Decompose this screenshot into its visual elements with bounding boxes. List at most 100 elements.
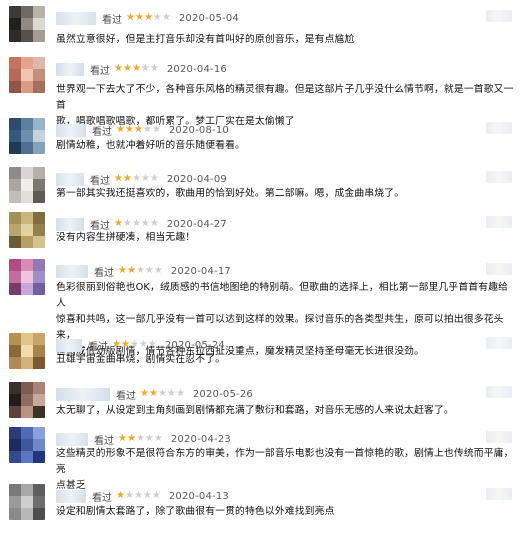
star-icon: ★ — [114, 63, 123, 74]
avatar[interactable] — [9, 6, 45, 42]
comment-date: 2020-04-27 — [166, 218, 227, 230]
vote-button[interactable] — [486, 431, 512, 443]
star-icon: ★ — [114, 173, 123, 184]
watched-label: 看过 — [94, 267, 114, 279]
avatar[interactable] — [9, 333, 45, 369]
comment-text: 这些精灵的形象不是很符合东方的审美，作为一部音乐电影也没有一首惊艳的歌，剧情上也… — [56, 448, 514, 491]
comment-date: 2020-04-13 — [168, 490, 229, 502]
comment-meta: 看过 ★ ★ ★ ★ ★ 2020-04-16 — [56, 61, 227, 77]
star-icon: ★ — [135, 265, 145, 276]
star-icon: ★ — [142, 490, 152, 501]
star-icon: ★ — [140, 388, 149, 399]
comment-meta: 看过 ★ ★ ★ ★ ★ 2020-04-23 — [56, 431, 231, 447]
comment-text: 设定和剧情太套路了，除了歌曲很有一贯的特色以外难找到亮点 — [56, 506, 335, 517]
comment-list: 看过 ★ ★ ★ ★ ★ 2020-05-04 虽然立意很好，但是主打音乐却没有首叫好的原创音… — [0, 0, 521, 535]
star-icon: ★ — [144, 265, 154, 276]
star-icon: ★ — [148, 388, 158, 399]
watched-label: 看过 — [92, 126, 112, 138]
star-icon: ★ — [140, 63, 150, 74]
star-icon: ★ — [122, 218, 132, 229]
avatar[interactable] — [9, 118, 45, 154]
comment-meta: 看过 ★ ★ ★ ★ ★ 2020-04-17 — [56, 263, 231, 279]
star-icon: ★ — [124, 124, 134, 135]
username-link[interactable] — [56, 123, 86, 137]
vote-button[interactable] — [486, 263, 512, 275]
username-link[interactable] — [56, 489, 86, 503]
comment-meta: 看过 ★ ★ ★ ★ ★ 2020-05-24 — [56, 337, 225, 353]
star-icon: ★ — [135, 433, 145, 444]
watched-label: 看过 — [102, 14, 122, 26]
star-icon: ★ — [131, 63, 141, 74]
star-icon: ★ — [126, 265, 136, 276]
comment-meta: 看过 ★ ★ ★ ★ ★ 2020-04-13 — [56, 488, 229, 504]
username-link[interactable] — [56, 172, 84, 186]
star-icon: ★ — [118, 265, 127, 276]
watched-label: 看过 — [90, 175, 110, 187]
star-icon: ★ — [149, 173, 159, 184]
watched-label: 看过 — [94, 435, 114, 447]
vote-button[interactable] — [486, 216, 512, 228]
star-icon: ★ — [126, 433, 136, 444]
star-icon: ★ — [122, 63, 132, 74]
comment-text: 第一部其实我还挺喜欢的，歌曲用的恰到好处。第二部嘛。嗯，成金曲串烧了。 — [56, 188, 405, 199]
vote-button[interactable] — [486, 337, 512, 349]
avatar[interactable] — [9, 259, 45, 295]
comment-meta: 看过 ★ ★ ★ ★ ★ 2020-04-09 — [56, 171, 227, 187]
comment-text: 太无聊了，从设定到主角刻画到剧情都充满了敷衍和套路，对音乐无感的人来说太赶客了。 — [56, 405, 454, 416]
comment-text: 丑雄宇宙金曲串烧，剧情实在忍不了。 — [56, 354, 226, 365]
star-icon: ★ — [153, 433, 163, 444]
star-icon: ★ — [151, 124, 161, 135]
comment-meta: 看过 ★ ★ ★ ★ ★ 2020-05-04 — [56, 10, 239, 26]
avatar[interactable] — [9, 212, 45, 248]
star-icon: ★ — [142, 124, 152, 135]
vote-button[interactable] — [486, 386, 512, 398]
vote-button[interactable] — [486, 10, 512, 22]
comment-date: 2020-04-09 — [166, 173, 227, 185]
vote-button[interactable] — [486, 488, 512, 500]
username-link[interactable] — [56, 62, 84, 76]
username-link[interactable] — [56, 432, 88, 446]
avatar[interactable] — [9, 427, 45, 463]
star-icon: ★ — [120, 339, 130, 350]
star-icon: ★ — [166, 388, 176, 399]
comment-text: 虽然立意很好，但是主打音乐却没有首叫好的原创音乐，是有点尴尬 — [56, 34, 355, 45]
star-icon: ★ — [126, 12, 135, 23]
star-icon: ★ — [114, 218, 123, 229]
rating-stars: ★ ★ ★ ★ ★ — [114, 64, 159, 74]
username-link[interactable] — [56, 11, 96, 25]
username-link[interactable] — [56, 264, 88, 278]
rating-stars: ★ ★ ★ ★ ★ — [116, 125, 161, 135]
username-link[interactable] — [56, 217, 84, 231]
star-icon: ★ — [118, 433, 127, 444]
star-icon: ★ — [124, 490, 134, 501]
watched-label: 看过 — [90, 65, 110, 77]
avatar[interactable] — [9, 57, 45, 93]
avatar[interactable] — [9, 484, 45, 520]
star-icon: ★ — [116, 490, 125, 501]
rating-stars: ★ ★ ★ ★ ★ — [118, 434, 163, 444]
rating-stars: ★ ★ ★ ★ ★ — [114, 219, 159, 229]
star-icon: ★ — [133, 124, 143, 135]
username-link[interactable] — [56, 387, 110, 401]
vote-button[interactable] — [486, 122, 512, 134]
comment-date: 2020-08-10 — [168, 124, 229, 136]
watched-label: 看过 — [116, 390, 136, 402]
star-icon: ★ — [129, 339, 139, 350]
rating-stars: ★ ★ ★ ★ ★ — [112, 340, 157, 350]
vote-button[interactable] — [486, 171, 512, 183]
star-icon: ★ — [153, 265, 163, 276]
avatar[interactable] — [9, 167, 45, 203]
rating-stars: ★ ★ ★ ★ ★ — [126, 13, 171, 23]
comment-text: 剧情幼稚，也就冲着好听的音乐随便看看。 — [56, 140, 245, 151]
rating-stars: ★ ★ ★ ★ ★ — [116, 491, 161, 501]
star-icon: ★ — [157, 388, 167, 399]
rating-stars: ★ ★ ★ ★ ★ — [114, 174, 159, 184]
rating-stars: ★ ★ ★ ★ ★ — [140, 389, 185, 399]
star-icon: ★ — [147, 339, 157, 350]
star-icon: ★ — [149, 63, 159, 74]
watched-label: 看过 — [88, 341, 108, 353]
avatar[interactable] — [9, 382, 45, 418]
username-link[interactable] — [56, 338, 82, 352]
comment-date: 2020-05-04 — [178, 12, 239, 24]
star-icon: ★ — [140, 218, 150, 229]
